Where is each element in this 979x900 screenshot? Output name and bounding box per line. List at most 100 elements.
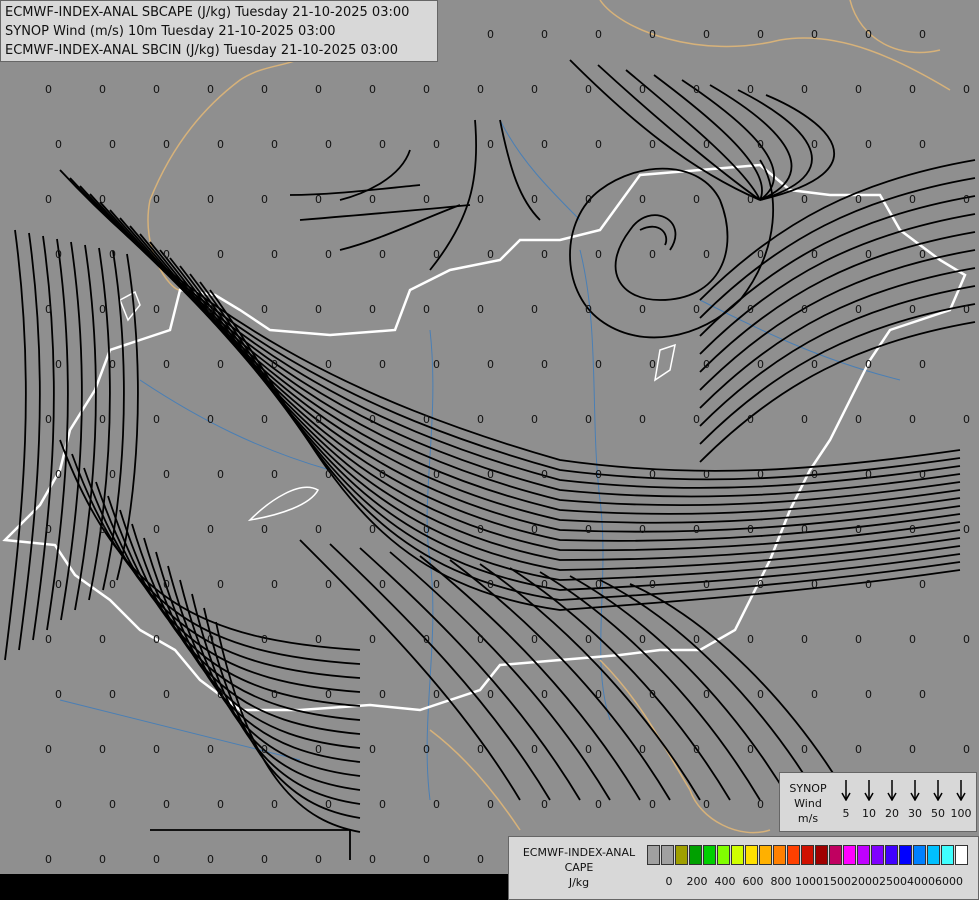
value-label: 0 bbox=[55, 688, 62, 701]
value-label: 0 bbox=[45, 413, 52, 426]
title-line-cin: ECMWF-INDEX-ANAL SBCIN (J/kg) Tuesday 21… bbox=[5, 43, 399, 58]
value-label: 0 bbox=[963, 303, 970, 316]
value-label: 0 bbox=[801, 413, 808, 426]
value-label: 0 bbox=[217, 798, 224, 811]
value-label: 0 bbox=[595, 468, 602, 481]
value-label: 0 bbox=[585, 193, 592, 206]
value-label: 0 bbox=[747, 743, 754, 756]
value-label: 0 bbox=[909, 743, 916, 756]
cape-color-swatch bbox=[717, 845, 730, 865]
value-label: 0 bbox=[487, 358, 494, 371]
value-label: 0 bbox=[703, 578, 710, 591]
value-label: 0 bbox=[163, 578, 170, 591]
value-label: 0 bbox=[369, 83, 376, 96]
value-label: 0 bbox=[433, 578, 440, 591]
value-label: 0 bbox=[369, 303, 376, 316]
cape-color-swatch bbox=[829, 845, 842, 865]
value-label: 0 bbox=[477, 303, 484, 316]
value-label: 0 bbox=[693, 83, 700, 96]
value-label: 0 bbox=[315, 413, 322, 426]
value-label: 0 bbox=[163, 138, 170, 151]
value-label: 0 bbox=[585, 633, 592, 646]
value-label: 0 bbox=[45, 743, 52, 756]
value-label: 0 bbox=[271, 798, 278, 811]
value-label: 0 bbox=[919, 248, 926, 261]
value-label: 0 bbox=[595, 358, 602, 371]
wind-legend-item: 30 bbox=[904, 779, 926, 820]
value-label: 0 bbox=[747, 413, 754, 426]
value-label: 0 bbox=[261, 303, 268, 316]
value-label: 0 bbox=[595, 688, 602, 701]
value-label: 0 bbox=[153, 303, 160, 316]
cape-tick-label: 200 bbox=[686, 875, 708, 888]
value-label: 0 bbox=[541, 358, 548, 371]
wind-arrow-icon bbox=[887, 780, 897, 801]
value-label: 0 bbox=[315, 193, 322, 206]
value-label: 0 bbox=[315, 523, 322, 536]
value-label: 0 bbox=[315, 853, 322, 866]
value-label: 0 bbox=[325, 688, 332, 701]
value-label: 0 bbox=[811, 468, 818, 481]
cape-tick-label: 2500 bbox=[879, 875, 907, 888]
value-label: 0 bbox=[423, 523, 430, 536]
value-label: 0 bbox=[45, 303, 52, 316]
value-label: 0 bbox=[217, 358, 224, 371]
value-label: 0 bbox=[757, 28, 764, 41]
value-label: 0 bbox=[261, 633, 268, 646]
value-label: 0 bbox=[595, 578, 602, 591]
value-label: 0 bbox=[261, 523, 268, 536]
value-label: 0 bbox=[369, 743, 376, 756]
value-label: 0 bbox=[261, 853, 268, 866]
value-label: 0 bbox=[595, 28, 602, 41]
value-label: 0 bbox=[919, 468, 926, 481]
cape-color-swatch bbox=[801, 845, 814, 865]
value-label: 0 bbox=[639, 413, 646, 426]
value-label: 0 bbox=[855, 523, 862, 536]
value-label: 0 bbox=[919, 28, 926, 41]
value-label: 0 bbox=[919, 138, 926, 151]
value-label: 0 bbox=[477, 193, 484, 206]
wind-legend-item: 50 bbox=[927, 779, 949, 820]
value-label: 0 bbox=[585, 523, 592, 536]
value-label: 0 bbox=[757, 138, 764, 151]
value-label: 0 bbox=[477, 633, 484, 646]
value-label: 0 bbox=[271, 248, 278, 261]
value-label: 0 bbox=[703, 358, 710, 371]
value-label: 0 bbox=[747, 193, 754, 206]
value-label: 0 bbox=[919, 688, 926, 701]
value-label: 0 bbox=[55, 578, 62, 591]
map-canvas: 0 0 0 0 0 0 0 0 0 0 0 0 0 0 0 0 0 0 0 0 0 0 0 0 0 0 0 0 0 0 0 0 0 0 0 0 0 0 0 0… bbox=[0, 0, 979, 900]
value-label: 0 bbox=[109, 468, 116, 481]
value-label: 0 bbox=[153, 743, 160, 756]
value-label: 0 bbox=[217, 468, 224, 481]
value-label: 0 bbox=[45, 523, 52, 536]
value-label: 0 bbox=[693, 413, 700, 426]
value-label: 0 bbox=[487, 138, 494, 151]
cape-legend-title: ECMWF-INDEX-ANAL CAPE J/kg bbox=[522, 846, 636, 889]
value-label: 0 bbox=[423, 193, 430, 206]
value-label: 0 bbox=[541, 578, 548, 591]
cape-tick-label: 1000 bbox=[795, 875, 823, 888]
cape-color-swatch bbox=[647, 845, 660, 865]
value-label: 0 bbox=[531, 303, 538, 316]
value-label: 0 bbox=[693, 633, 700, 646]
cape-color-swatch bbox=[759, 845, 772, 865]
cape-color-swatch bbox=[899, 845, 912, 865]
value-label: 0 bbox=[477, 523, 484, 536]
value-label: 0 bbox=[639, 83, 646, 96]
value-label: 0 bbox=[585, 83, 592, 96]
value-label: 0 bbox=[865, 578, 872, 591]
wind-arrow-icon bbox=[933, 780, 943, 801]
value-label: 0 bbox=[271, 138, 278, 151]
value-label: 0 bbox=[153, 853, 160, 866]
cape-color-swatch bbox=[885, 845, 898, 865]
cape-color-swatch bbox=[927, 845, 940, 865]
wind-legend-item: 10 bbox=[858, 779, 880, 820]
cape-color-swatch bbox=[815, 845, 828, 865]
value-label: 0 bbox=[423, 853, 430, 866]
wind-arrow-icon bbox=[956, 780, 966, 801]
cape-tick-label: 4000 bbox=[907, 875, 935, 888]
value-label: 0 bbox=[325, 138, 332, 151]
value-label: 0 bbox=[423, 413, 430, 426]
value-label: 0 bbox=[163, 798, 170, 811]
